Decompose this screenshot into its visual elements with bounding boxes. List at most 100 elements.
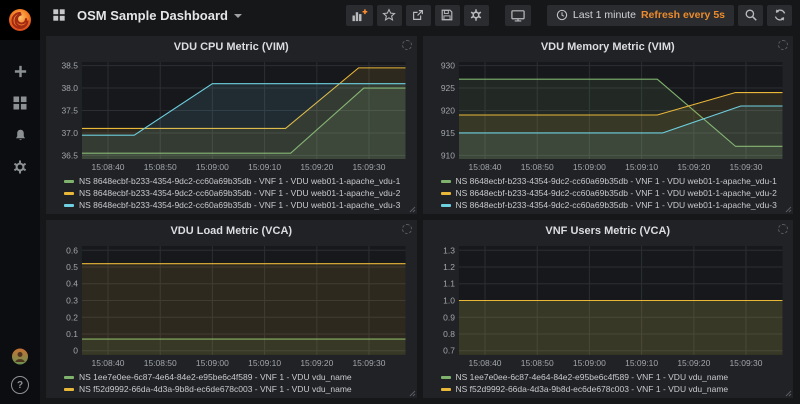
svg-text:15:09:10: 15:09:10 xyxy=(248,162,281,172)
save-button[interactable] xyxy=(435,5,460,26)
svg-text:920: 920 xyxy=(440,106,454,116)
clock-icon xyxy=(556,9,568,21)
legend-color-key xyxy=(441,388,451,391)
cpu-metric-chart[interactable]: 36.537.037.538.038.515:08:4015:08:5015:0… xyxy=(52,56,411,174)
panel-loading-spinner xyxy=(778,40,788,50)
svg-text:15:08:40: 15:08:40 xyxy=(92,162,125,172)
svg-text:15:09:00: 15:09:00 xyxy=(196,162,229,172)
svg-text:0.1: 0.1 xyxy=(66,329,78,339)
svg-text:15:09:20: 15:09:20 xyxy=(677,358,710,368)
share-button[interactable] xyxy=(406,5,431,26)
memory-metric-chart[interactable]: 91091592092593015:08:4015:08:5015:09:001… xyxy=(429,56,788,174)
panel-loading-spinner xyxy=(402,40,412,50)
legend-item[interactable]: NS 8648ecbf-b233-4354-9dc2-cc60a69b35db … xyxy=(64,187,411,199)
settings-button[interactable] xyxy=(464,5,489,26)
svg-text:930: 930 xyxy=(440,61,454,71)
panel-vdu-memory-metric-vim: VDU Memory Metric (VIM) 9109159209259301… xyxy=(423,36,794,214)
legend-item[interactable]: NS 8648ecbf-b233-4354-9dc2-cc60a69b35db … xyxy=(441,199,788,211)
legend-item[interactable]: NS f52d9992-66da-4d3a-9b8d-ec6de678c003 … xyxy=(64,383,411,395)
svg-text:0: 0 xyxy=(73,346,78,356)
panel-resize-handle[interactable] xyxy=(408,389,416,397)
toolbar: Last 1 minute Refresh every 5s xyxy=(346,5,792,26)
svg-text:0.9: 0.9 xyxy=(443,312,455,322)
svg-text:15:09:30: 15:09:30 xyxy=(729,162,762,172)
alerting-bell-icon[interactable] xyxy=(11,126,29,144)
svg-text:915: 915 xyxy=(440,128,454,138)
refresh-icon xyxy=(773,8,787,22)
tv-mode-icon xyxy=(510,8,526,23)
legend-series-name: NS 1ee7e0ee-6c87-4e64-84e2-e95be6c4f589 … xyxy=(456,372,729,382)
save-icon xyxy=(440,8,454,22)
users-metric-chart[interactable]: 0.70.80.91.01.11.21.315:08:4015:08:5015:… xyxy=(429,240,788,370)
legend-color-key xyxy=(64,204,74,207)
panel-resize-handle[interactable] xyxy=(784,389,792,397)
svg-text:15:09:10: 15:09:10 xyxy=(625,162,658,172)
configuration-gear-icon[interactable] xyxy=(11,158,29,176)
dashboard-grid: VDU CPU Metric (VIM) 36.537.037.538.038.… xyxy=(40,30,800,404)
panel-title[interactable]: VNF Users Metric (VCA) xyxy=(429,223,788,240)
user-avatar[interactable] xyxy=(11,347,29,365)
legend-item[interactable]: NS f52d9992-66da-4d3a-9b8d-ec6de678c003 … xyxy=(441,383,788,395)
legend-item[interactable]: NS 8648ecbf-b233-4354-9dc2-cc60a69b35db … xyxy=(441,175,788,187)
svg-text:15:08:50: 15:08:50 xyxy=(144,162,177,172)
grafana-logo-icon xyxy=(7,7,33,33)
svg-text:15:09:20: 15:09:20 xyxy=(300,162,333,172)
svg-text:15:09:00: 15:09:00 xyxy=(572,162,605,172)
legend-series-name: NS f52d9992-66da-4d3a-9b8d-ec6de678c003 … xyxy=(79,384,352,394)
star-button[interactable] xyxy=(377,5,402,26)
star-icon xyxy=(382,8,396,22)
zoom-out-button[interactable] xyxy=(738,5,763,26)
legend-item[interactable]: NS 8648ecbf-b233-4354-9dc2-cc60a69b35db … xyxy=(441,187,788,199)
svg-text:0.7: 0.7 xyxy=(443,346,455,356)
legend-item[interactable]: NS 1ee7e0ee-6c87-4e64-84e2-e95be6c4f589 … xyxy=(64,371,411,383)
avatar-icon xyxy=(11,347,29,366)
svg-text:15:08:50: 15:08:50 xyxy=(144,358,177,368)
panel-vnf-users-metric-vca: VNF Users Metric (VCA) 0.70.80.91.01.11.… xyxy=(423,220,794,398)
panel-title[interactable]: VDU Memory Metric (VIM) xyxy=(429,39,788,56)
chart-legend: NS 1ee7e0ee-6c87-4e64-84e2-e95be6c4f589 … xyxy=(52,370,411,396)
legend-item[interactable]: NS 8648ecbf-b233-4354-9dc2-cc60a69b35db … xyxy=(64,175,411,187)
panel-loading-spinner xyxy=(778,224,788,234)
panel-resize-handle[interactable] xyxy=(408,205,416,213)
svg-text:1.2: 1.2 xyxy=(443,262,455,272)
svg-text:0.4: 0.4 xyxy=(66,279,78,289)
panel-title[interactable]: VDU Load Metric (VCA) xyxy=(52,223,411,240)
panel-loading-spinner xyxy=(402,224,412,234)
legend-series-name: NS 1ee7e0ee-6c87-4e64-84e2-e95be6c4f589 … xyxy=(79,372,352,382)
load-metric-chart[interactable]: 00.10.20.30.40.50.615:08:4015:08:5015:09… xyxy=(52,240,411,370)
legend-color-key xyxy=(441,180,451,183)
svg-text:15:09:00: 15:09:00 xyxy=(572,358,605,368)
panel-resize-handle[interactable] xyxy=(784,205,792,213)
legend-item[interactable]: NS 1ee7e0ee-6c87-4e64-84e2-e95be6c4f589 … xyxy=(441,371,788,383)
panel-title[interactable]: VDU CPU Metric (VIM) xyxy=(52,39,411,56)
svg-text:0.8: 0.8 xyxy=(443,329,455,339)
svg-text:1.0: 1.0 xyxy=(443,296,455,306)
svg-text:15:08:50: 15:08:50 xyxy=(520,162,553,172)
chart-legend: NS 8648ecbf-b233-4354-9dc2-cc60a69b35db … xyxy=(429,174,788,212)
tv-mode-button[interactable] xyxy=(505,5,531,26)
refresh-button[interactable] xyxy=(767,5,792,26)
legend-series-name: NS 8648ecbf-b233-4354-9dc2-cc60a69b35db … xyxy=(79,176,400,186)
help-icon[interactable]: ? xyxy=(11,376,29,394)
add-icon[interactable] xyxy=(11,62,29,80)
chart-legend: NS 1ee7e0ee-6c87-4e64-84e2-e95be6c4f589 … xyxy=(429,370,788,396)
svg-text:15:09:30: 15:09:30 xyxy=(729,358,762,368)
legend-item[interactable]: NS 8648ecbf-b233-4354-9dc2-cc60a69b35db … xyxy=(64,199,411,211)
legend-color-key xyxy=(64,180,74,183)
dashboard-title[interactable]: OSM Sample Dashboard xyxy=(77,8,228,23)
top-navbar: OSM Sample Dashboard Last 1 minute Refre… xyxy=(40,0,800,30)
add-panel-icon xyxy=(351,8,368,23)
dashboard-dropdown-caret[interactable] xyxy=(234,14,242,18)
chart-legend: NS 8648ecbf-b233-4354-9dc2-cc60a69b35db … xyxy=(52,174,411,212)
svg-text:15:09:20: 15:09:20 xyxy=(300,358,333,368)
svg-text:15:08:40: 15:08:40 xyxy=(92,358,125,368)
svg-text:1.3: 1.3 xyxy=(443,245,455,255)
svg-text:15:09:20: 15:09:20 xyxy=(677,162,710,172)
refresh-interval-label: Refresh every 5s xyxy=(641,9,725,21)
dashboards-icon[interactable] xyxy=(11,94,29,112)
add-panel-button[interactable] xyxy=(346,5,373,26)
dashboard-squares-icon[interactable] xyxy=(50,6,68,24)
time-picker-button[interactable]: Last 1 minute Refresh every 5s xyxy=(547,5,734,26)
legend-series-name: NS 8648ecbf-b233-4354-9dc2-cc60a69b35db … xyxy=(456,176,777,186)
grafana-logo[interactable] xyxy=(0,0,40,40)
